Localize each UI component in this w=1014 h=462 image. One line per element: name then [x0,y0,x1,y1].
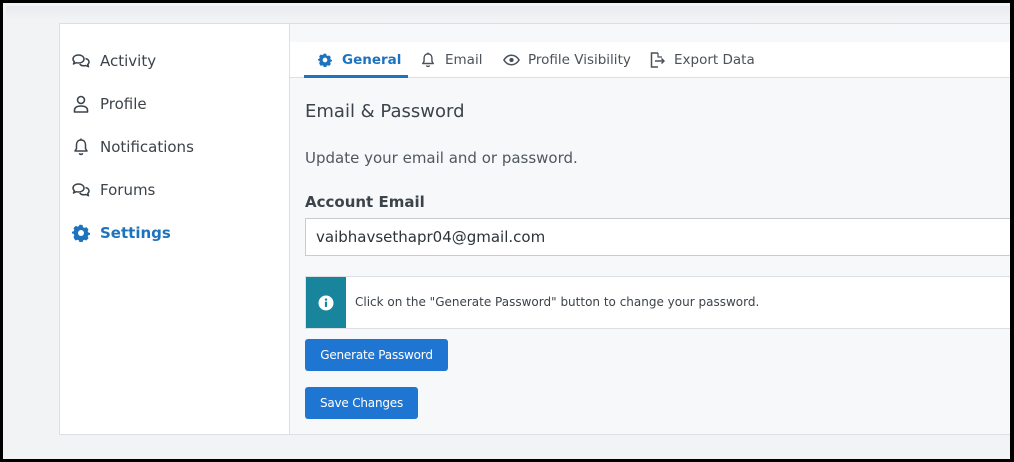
info-notice: Click on the "Generate Password" button … [305,276,1010,329]
sidebar: Activity Profile Notifications Forums Se… [59,23,290,435]
sidebar-item-label: Settings [100,224,171,242]
info-icon [306,277,346,328]
sidebar-item-forums[interactable]: Forums [70,178,155,202]
tab-label: Profile Visibility [528,52,631,68]
sidebar-item-activity[interactable]: Activity [70,49,156,73]
notice-text: Click on the "Generate Password" button … [355,295,760,309]
sidebar-item-label: Profile [100,95,147,113]
export-icon [648,51,666,69]
top-bar-shadow [6,6,1010,20]
tab-label: Export Data [674,52,755,68]
generate-password-button[interactable]: Generate Password [305,339,448,371]
user-icon [70,94,92,114]
sidebar-item-label: Notifications [100,138,194,156]
gear-icon [316,51,334,69]
eye-icon [502,51,520,69]
chat-bubbles-icon [70,180,92,200]
tab-email[interactable]: Email [419,42,482,78]
tab-profile-visibility[interactable]: Profile Visibility [502,42,631,78]
sidebar-item-label: Forums [100,181,156,199]
bell-icon [70,137,92,157]
sidebar-item-profile[interactable]: Profile [70,92,147,116]
tab-label: General [342,52,402,68]
tab-export-data[interactable]: Export Data [648,42,755,78]
sidebar-item-notifications[interactable]: Notifications [70,135,194,159]
bell-icon [419,51,437,69]
app-window: Activity Profile Notifications Forums Se… [0,0,1014,462]
tab-bar: General Email Profile Visibility Export [290,42,1010,78]
section-description: Update your email and or password. [305,149,578,167]
tab-general[interactable]: General [316,42,401,78]
gear-icon [70,223,92,243]
email-field[interactable] [305,218,1010,256]
sidebar-item-settings[interactable]: Settings [70,221,171,245]
account-email-label: Account Email [305,193,425,211]
tab-label: Email [445,52,483,68]
settings-panel: General Email Profile Visibility Export [290,23,1010,435]
chat-bubbles-icon [70,51,92,71]
section-title: Email & Password [305,101,465,122]
active-tab-indicator [304,75,408,78]
sidebar-item-label: Activity [100,52,157,70]
save-changes-button[interactable]: Save Changes [305,387,418,419]
